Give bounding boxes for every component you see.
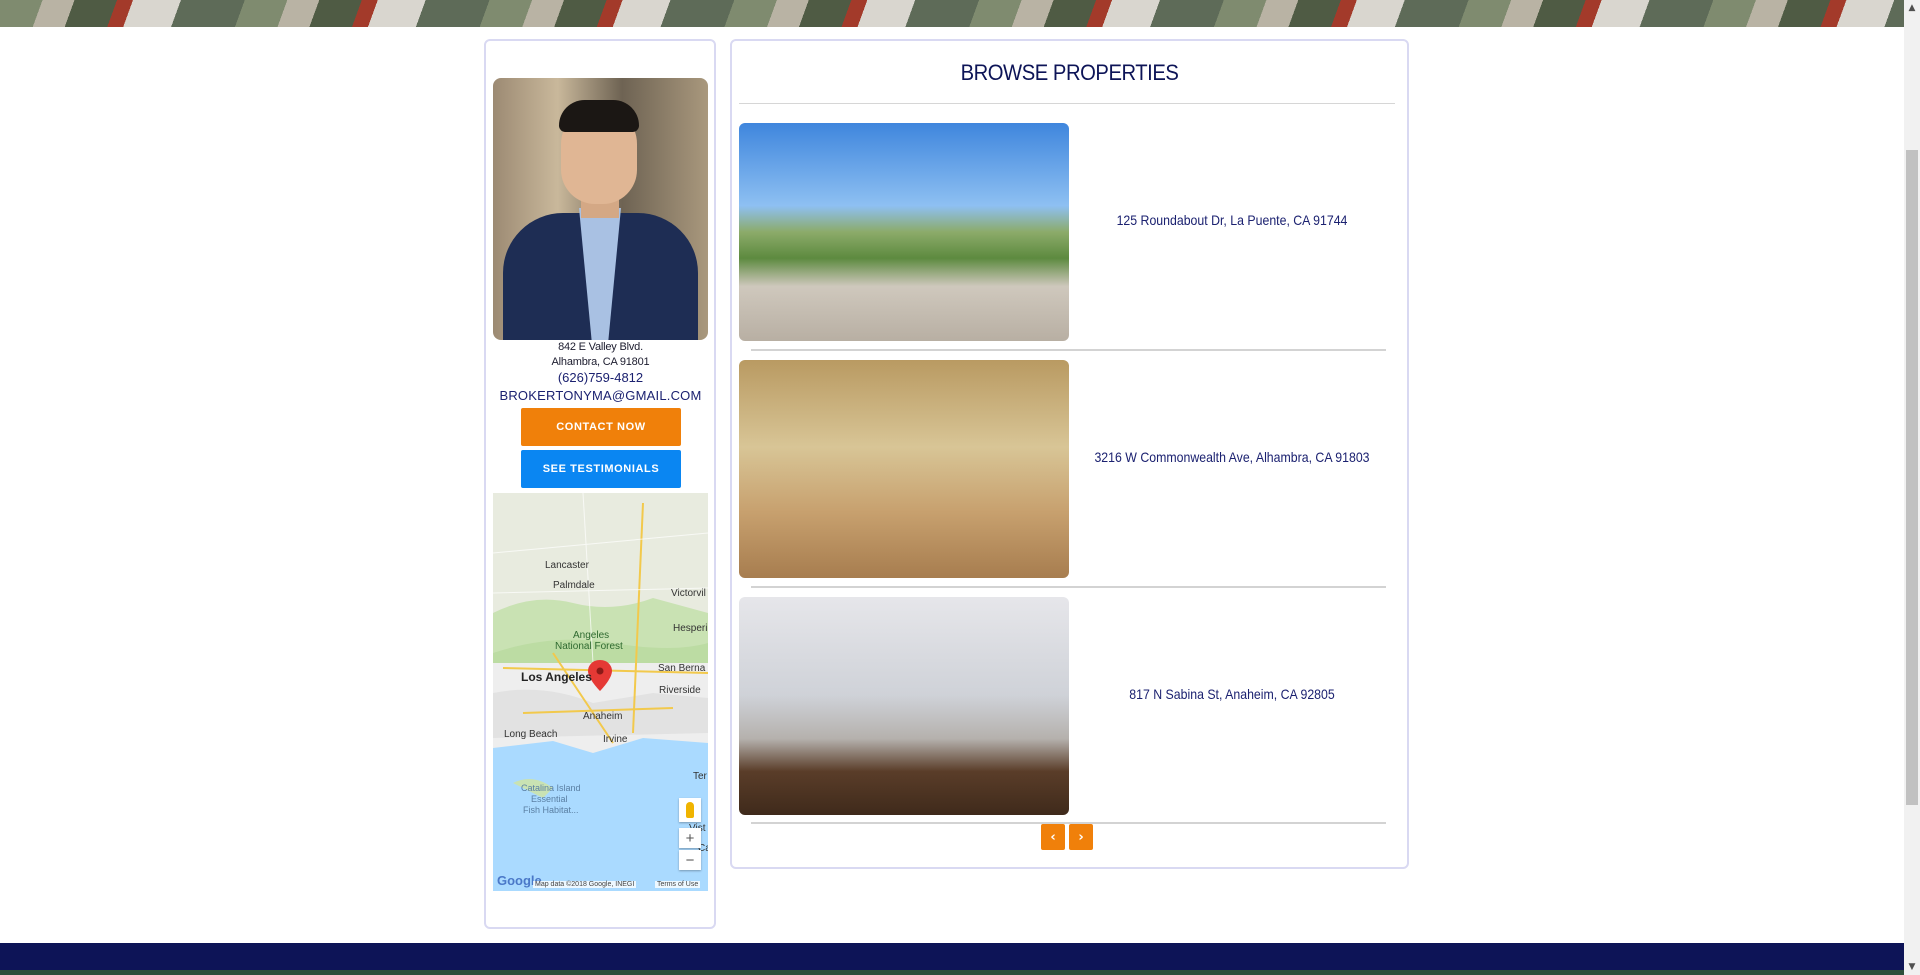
map-label-forest-1: Angeles xyxy=(573,630,610,641)
map-label-catalina-1: Catalina Island xyxy=(521,783,581,793)
map-label-palmdale: Palmdale xyxy=(553,580,595,591)
map-label-victorville: Victorvil xyxy=(671,588,706,599)
property-address-2[interactable]: 3216 W Commonwealth Ave, Alhambra, CA 91… xyxy=(1089,449,1376,465)
property-address-1[interactable]: 125 Roundabout Dr, La Puente, CA 91744 xyxy=(1089,212,1376,228)
property-address-3[interactable]: 817 N Sabina St, Anaheim, CA 92805 xyxy=(1089,686,1376,702)
contact-now-button[interactable]: CONTACT NOW xyxy=(521,408,681,446)
map-terms-link[interactable]: Terms of Use xyxy=(655,881,701,888)
map-label-catalina-3: Fish Habitat... xyxy=(523,805,579,815)
agent-address-line1: 842 E Valley Blvd. xyxy=(558,341,643,353)
scroll-up-arrow-icon[interactable]: ▲ xyxy=(1904,0,1920,16)
previous-page-button[interactable]: ‹ xyxy=(1041,824,1065,850)
map-attribution: Map data ©2018 Google, INEGI xyxy=(533,881,637,888)
vertical-scrollbar[interactable]: ▲ ▼ xyxy=(1904,0,1920,975)
street-view-pegman-icon[interactable] xyxy=(679,798,701,822)
map-label-catalina-2: Essential xyxy=(531,794,568,804)
property-photo-3[interactable] xyxy=(739,597,1069,815)
property-photo-1[interactable] xyxy=(739,123,1069,341)
agent-phone[interactable]: (626)759-4812 xyxy=(493,370,708,385)
map-label-san-bernardino: San Berna xyxy=(658,663,706,674)
row-divider xyxy=(751,349,1386,351)
page-title: BROWSE PROPERTIES xyxy=(960,60,1179,85)
map-label-anaheim: Anaheim xyxy=(583,711,623,722)
next-page-button[interactable]: › xyxy=(1069,824,1093,850)
map-label-riverside: Riverside xyxy=(659,685,701,696)
footer-strip xyxy=(0,970,1904,975)
map-label-long-beach: Long Beach xyxy=(504,729,558,740)
map-label-los-angeles: Los Angeles xyxy=(521,670,592,684)
map-label-lancaster: Lancaster xyxy=(545,560,589,571)
map-label-hesperia: Hesperi xyxy=(673,623,708,634)
map-zoom-out-button[interactable]: − xyxy=(679,850,701,870)
map-zoom-in-button[interactable]: + xyxy=(679,828,701,848)
header-banner-image xyxy=(0,0,1904,27)
scroll-down-arrow-icon[interactable]: ▼ xyxy=(1904,959,1920,975)
map-label-irvine: Irvine xyxy=(603,734,628,745)
see-testimonials-button[interactable]: SEE TESTIMONIALS xyxy=(521,450,681,488)
property-photo-2[interactable] xyxy=(739,360,1069,578)
agent-email[interactable]: BROKERTONYMA@GMAIL.COM xyxy=(493,388,708,403)
title-divider xyxy=(739,103,1395,104)
map-label-forest-2: National Forest xyxy=(555,641,623,652)
agent-photo xyxy=(493,78,708,340)
scrollbar-thumb[interactable] xyxy=(1906,150,1918,805)
location-map[interactable]: Lancaster Palmdale Victorvil Angeles Nat… xyxy=(493,493,708,891)
agent-address-line2: Alhambra, CA 91801 xyxy=(551,356,650,368)
row-divider xyxy=(751,586,1386,588)
map-label-temecula: Ter xyxy=(693,771,707,782)
